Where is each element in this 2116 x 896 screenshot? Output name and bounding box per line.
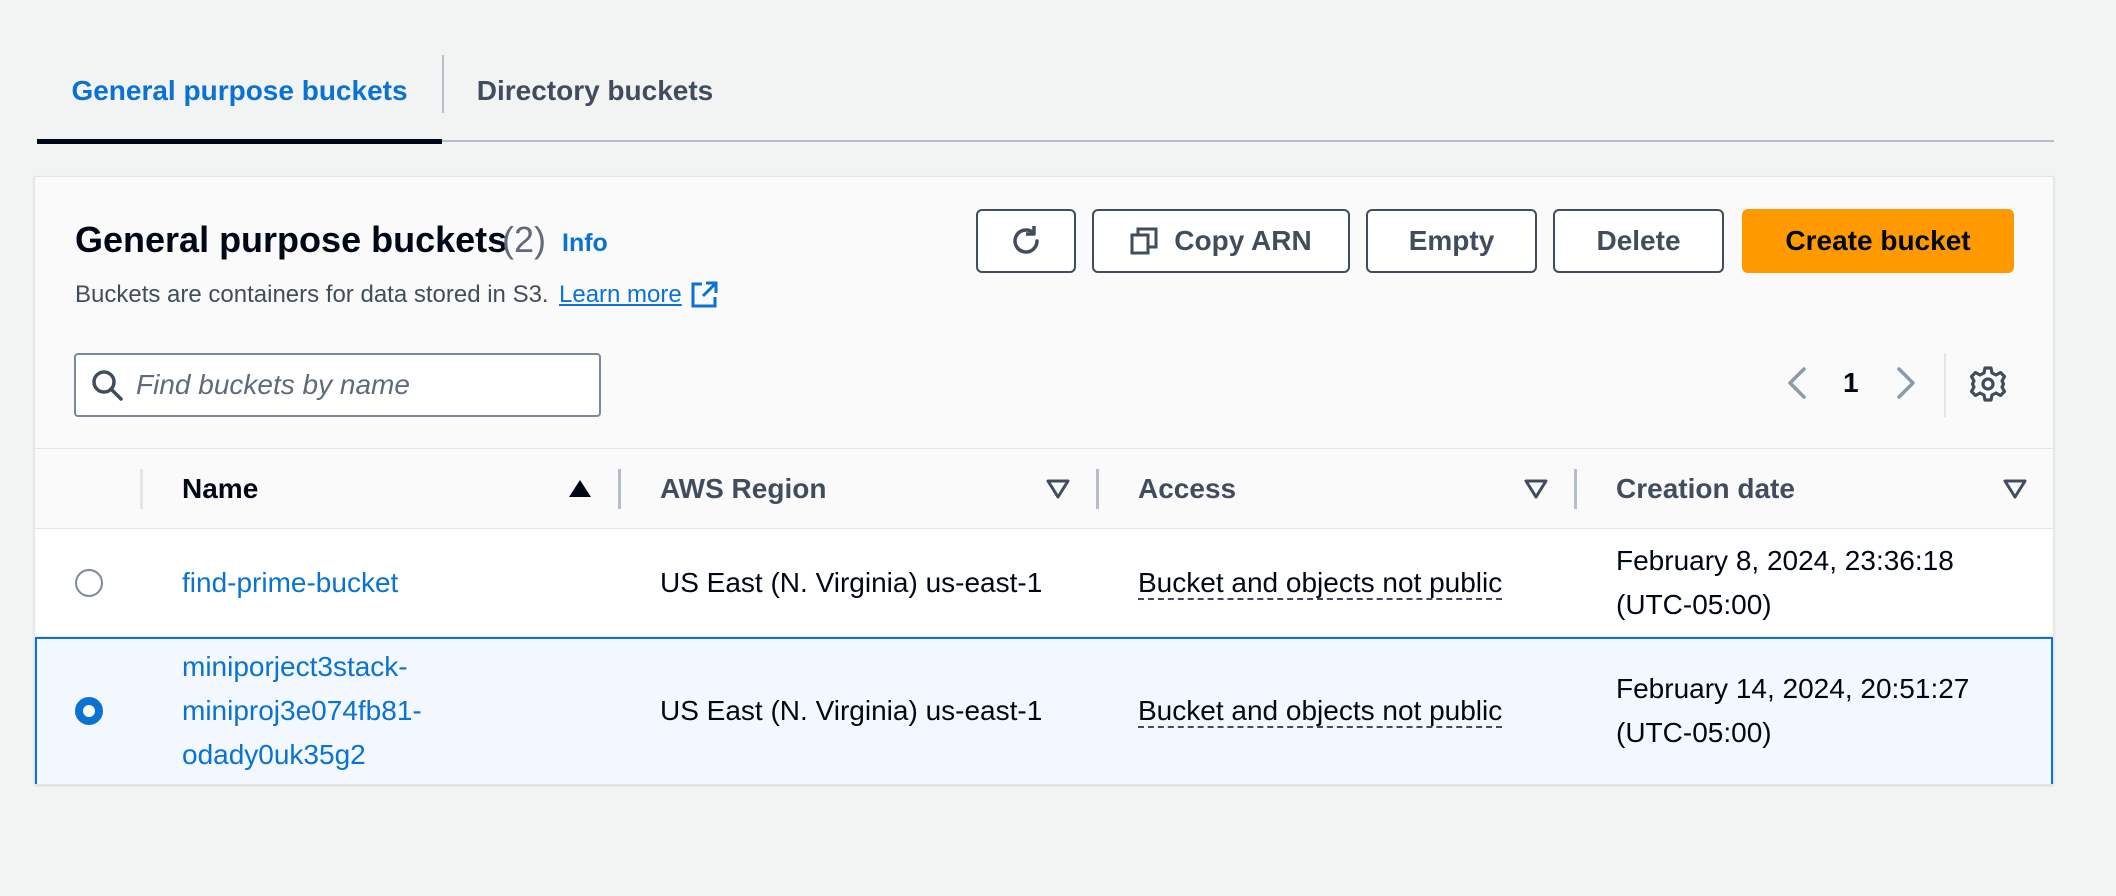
- column-header-region[interactable]: AWS Region: [660, 449, 826, 529]
- column-label: AWS Region: [660, 473, 827, 504]
- access-cell: Bucket and objects not public: [1138, 561, 1503, 605]
- tab-divider: [442, 55, 444, 113]
- column-divider[interactable]: [618, 469, 621, 509]
- bucket-count: (2): [502, 219, 546, 260]
- create-bucket-button[interactable]: Create bucket: [1742, 209, 2014, 273]
- copy-icon: [1130, 227, 1158, 255]
- page-number[interactable]: 1: [1843, 367, 1859, 399]
- external-link-icon[interactable]: [689, 280, 719, 310]
- search-input[interactable]: [136, 369, 556, 401]
- creation-date-cell: February 14, 2024, 20:51:27 (UTC-05:00): [1616, 667, 1969, 755]
- column-divider[interactable]: [1096, 469, 1099, 509]
- table-row[interactable]: find-prime-bucket US East (N. Virginia) …: [35, 529, 2053, 637]
- pager-divider: [1944, 353, 1946, 417]
- copy-arn-label: Copy ARN: [1174, 225, 1312, 256]
- access-cell: Bucket and objects not public: [1138, 689, 1503, 733]
- region-cell: US East (N. Virginia) us-east-1: [660, 695, 1043, 726]
- empty-label: Empty: [1408, 225, 1495, 256]
- tab-directory-buckets[interactable]: Directory buckets: [445, 40, 745, 142]
- delete-button[interactable]: Delete: [1553, 209, 1724, 273]
- bucket-name-text[interactable]: odady0uk35g2: [182, 733, 422, 777]
- table-row-selected[interactable]: miniporject3stack- miniproj3e074fb81- od…: [35, 637, 2053, 784]
- info-link[interactable]: Info: [562, 229, 608, 258]
- search-field: [74, 353, 601, 417]
- create-bucket-label: Create bucket: [1785, 225, 1971, 256]
- tab-label: General purpose buckets: [71, 75, 408, 106]
- delete-label: Delete: [1596, 225, 1681, 256]
- column-divider: [140, 469, 143, 509]
- table-header-area: General purpose buckets (2) Info Buckets…: [35, 177, 2053, 449]
- buckets-table-container: General purpose buckets (2) Info Buckets…: [34, 176, 2054, 785]
- bucket-name-text[interactable]: miniproj3e074fb81-: [182, 689, 422, 733]
- column-header-access[interactable]: Access: [1138, 449, 1236, 529]
- copy-arn-button[interactable]: Copy ARN: [1092, 209, 1350, 273]
- creation-date: February 8, 2024, 23:36:18: [1616, 545, 1954, 576]
- sort-ascending-icon[interactable]: [568, 477, 592, 501]
- tab-general-purpose-buckets[interactable]: General purpose buckets: [37, 40, 442, 144]
- column-header-creation-date[interactable]: Creation date: [1616, 449, 1795, 529]
- empty-button[interactable]: Empty: [1366, 209, 1537, 273]
- sort-icon[interactable]: [1046, 477, 1070, 501]
- sort-icon[interactable]: [2003, 477, 2027, 501]
- bucket-name-text[interactable]: miniporject3stack-: [182, 645, 422, 689]
- column-label: Name: [182, 473, 259, 504]
- refresh-button[interactable]: [976, 209, 1076, 273]
- chevron-right-icon[interactable]: [1885, 363, 1925, 403]
- bucket-name-text[interactable]: find-prime-bucket: [182, 567, 398, 598]
- learn-more-link[interactable]: Learn more: [559, 281, 682, 309]
- bucket-name-link[interactable]: miniporject3stack- miniproj3e074fb81- od…: [182, 645, 422, 777]
- gear-icon[interactable]: [1968, 364, 2008, 404]
- creation-date: February 14, 2024, 20:51:27: [1616, 673, 1970, 704]
- row-select-radio[interactable]: [75, 697, 103, 725]
- creation-timezone: (UTC-05:00): [1616, 717, 1772, 748]
- column-label: Creation date: [1616, 473, 1795, 504]
- region-cell: US East (N. Virginia) us-east-1: [660, 567, 1043, 598]
- column-divider[interactable]: [1574, 469, 1577, 509]
- access-status[interactable]: Bucket and objects not public: [1138, 567, 1503, 600]
- bucket-type-tabs: General purpose buckets Directory bucket…: [37, 40, 2054, 144]
- column-label: Access: [1138, 473, 1237, 504]
- access-status[interactable]: Bucket and objects not public: [1138, 695, 1503, 728]
- page-title: General purpose buckets: [75, 219, 508, 260]
- chevron-left-icon[interactable]: [1778, 363, 1818, 403]
- table-header-row: Name AWS Region Access Creation date: [35, 449, 2053, 529]
- sort-icon[interactable]: [1524, 477, 1548, 501]
- description-text: Buckets are containers for data stored i…: [75, 281, 549, 308]
- refresh-icon: [1013, 226, 1039, 254]
- creation-timezone: (UTC-05:00): [1616, 589, 1772, 620]
- tab-label: Directory buckets: [476, 75, 714, 106]
- search-icon: [92, 370, 123, 401]
- row-select-radio[interactable]: [75, 569, 103, 597]
- bucket-name-link[interactable]: find-prime-bucket: [182, 561, 398, 605]
- creation-date-cell: February 8, 2024, 23:36:18 (UTC-05:00): [1616, 539, 1954, 627]
- column-header-name[interactable]: Name: [182, 449, 258, 529]
